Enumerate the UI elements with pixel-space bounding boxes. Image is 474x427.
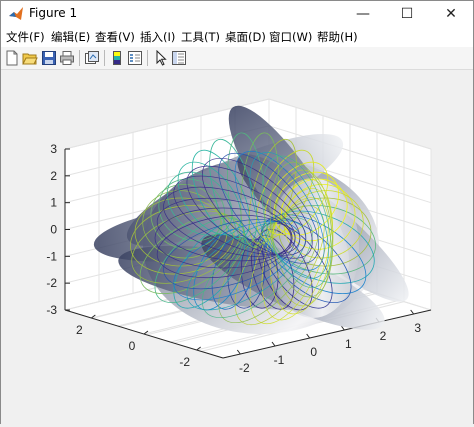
menu-bar: 文件(F) 编辑(E) 查看(V) 插入(I) 工具(T) 桌面(D) 窗口(W…	[1, 27, 473, 47]
x-tick-label: 3	[414, 321, 421, 335]
z-tick-label: 0	[50, 223, 57, 237]
new-figure-icon[interactable]	[4, 50, 20, 66]
menu-window[interactable]: 窗口(W)	[269, 29, 312, 45]
z-tick-label: 2	[50, 169, 57, 183]
open-file-icon[interactable]	[22, 50, 38, 66]
menu-insert[interactable]: 插入(I)	[140, 29, 175, 45]
figure-window: Figure 1 — ☐ ✕ 文件(F) 编辑(E) 查看(V) 插入(I) 工…	[0, 0, 474, 424]
menu-desktop[interactable]: 桌面(D)	[225, 29, 266, 45]
toolbar-separator	[147, 50, 148, 66]
matlab-logo-icon	[9, 7, 23, 20]
toolbar-separator	[79, 50, 80, 66]
save-icon[interactable]	[41, 50, 57, 66]
x-tick-label: 0	[310, 345, 317, 359]
link-plot-icon[interactable]	[84, 50, 100, 66]
property-inspector-icon[interactable]	[171, 50, 187, 66]
x-tick-label: 1	[345, 337, 352, 351]
z-tick-label: 1	[50, 196, 57, 210]
minimize-button[interactable]: —	[341, 1, 385, 27]
y-tick-label: -2	[179, 355, 190, 369]
menu-view[interactable]: 查看(V)	[95, 29, 135, 45]
title-bar: Figure 1 — ☐ ✕	[1, 1, 473, 27]
menu-file[interactable]: 文件(F)	[6, 29, 45, 45]
insert-colorbar-icon[interactable]	[109, 50, 125, 66]
menu-tools[interactable]: 工具(T)	[181, 29, 220, 45]
z-tick-label: -2	[46, 276, 57, 290]
z-tick-label: -3	[46, 303, 57, 317]
figure-toolbar	[1, 47, 473, 70]
figure-canvas[interactable]: 3 2 1 0 -1 -2 -3 -2 -1 0 1 2 3 2 0 -2	[1, 70, 473, 424]
y-tick-label: 2	[76, 323, 83, 337]
insert-legend-icon[interactable]	[127, 50, 143, 66]
maximize-button[interactable]: ☐	[385, 1, 429, 27]
x-tick-label: -1	[274, 353, 285, 367]
z-tick-label: -1	[46, 249, 57, 263]
x-tick-label: 2	[380, 329, 387, 343]
pointer-icon[interactable]	[153, 50, 169, 66]
menu-help[interactable]: 帮助(H)	[317, 29, 358, 45]
axes-3d[interactable]: 3 2 1 0 -1 -2 -3 -2 -1 0 1 2 3 2 0 -2	[1, 70, 473, 424]
z-tick-label: 3	[50, 142, 57, 156]
menu-edit[interactable]: 编辑(E)	[51, 29, 90, 45]
close-button[interactable]: ✕	[429, 1, 473, 27]
x-tick-label: -2	[239, 361, 250, 375]
window-title: Figure 1	[29, 6, 78, 20]
print-icon[interactable]	[59, 50, 75, 66]
toolbar-separator	[104, 50, 105, 66]
y-tick-label: 0	[129, 339, 136, 353]
